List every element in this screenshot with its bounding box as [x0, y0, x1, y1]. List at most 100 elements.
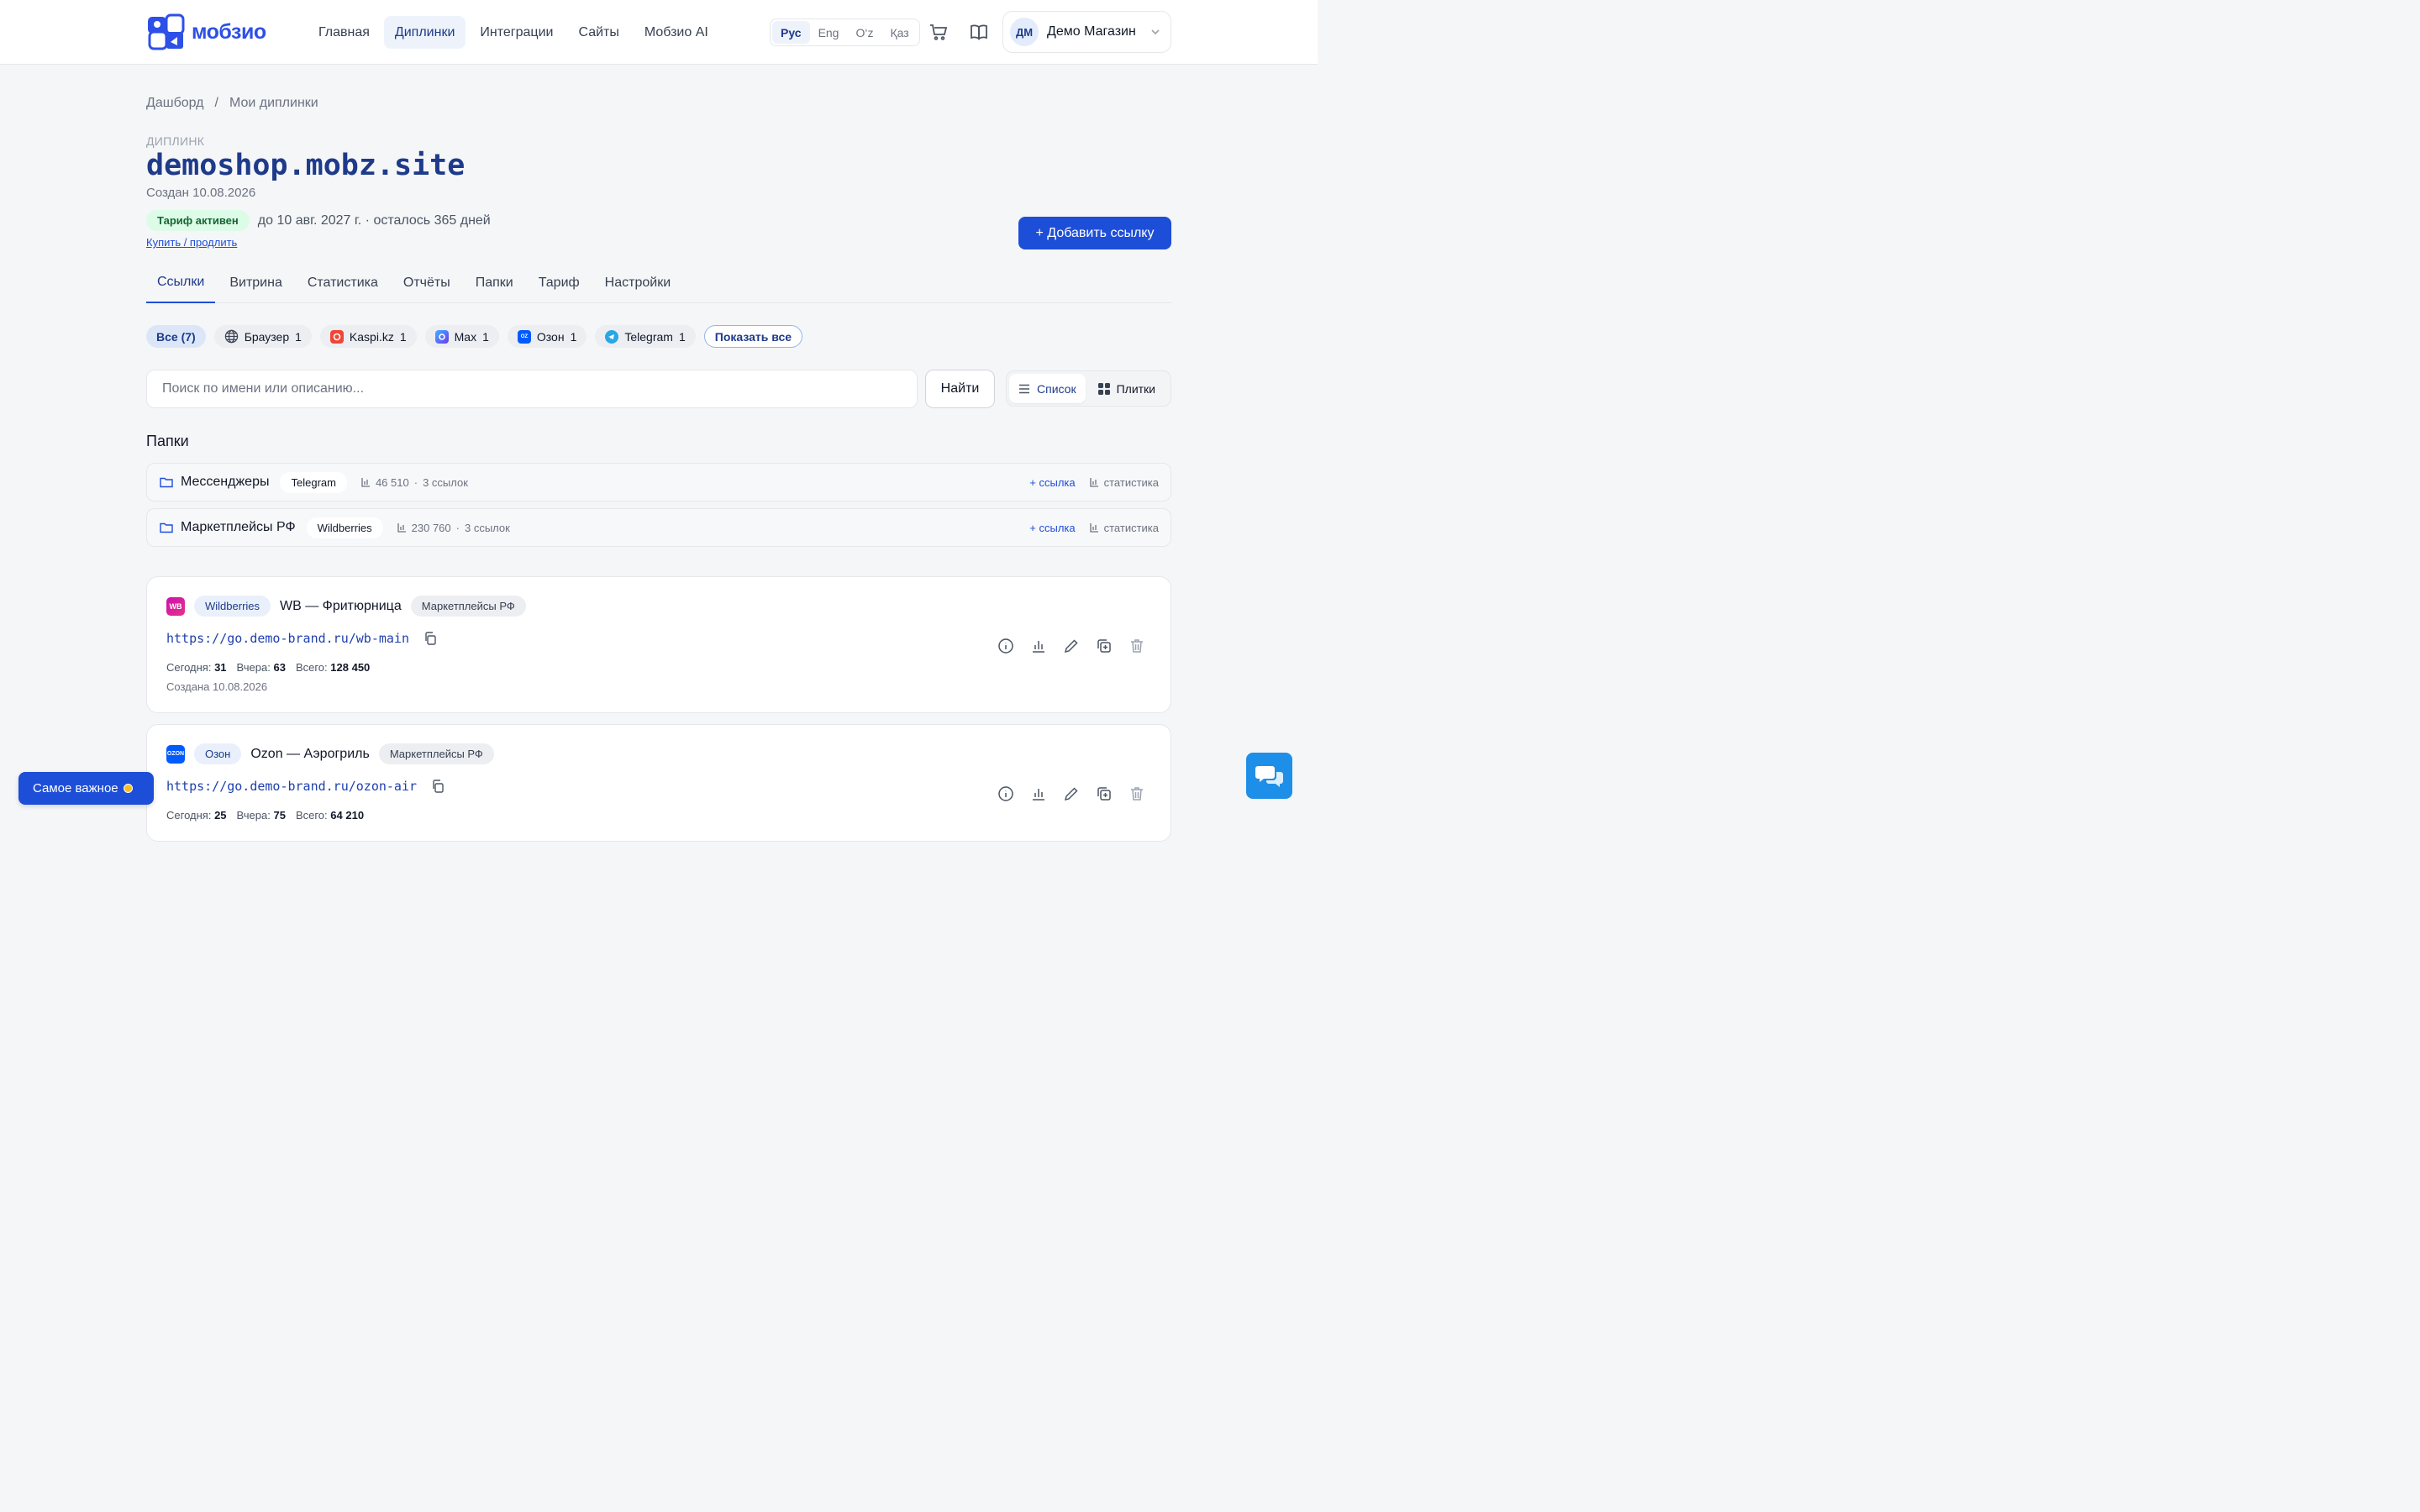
folder-add-link-button[interactable]: + ссылка	[1029, 522, 1075, 534]
link-url[interactable]: https://go.demo-brand.ru/wb-main	[166, 631, 409, 646]
link-actions	[997, 785, 1145, 802]
filter-count: 1	[482, 329, 489, 344]
tariff-row: Тариф активен до 10 авг. 2027 г. · остал…	[146, 210, 491, 231]
nav-home[interactable]: Главная	[308, 16, 381, 49]
tab-bar: Ссылки Витрина Статистика Отчёты Папки Т…	[146, 269, 1171, 303]
folder-meta: 230 760 · 3 ссылок	[397, 522, 510, 534]
filter-label: Kaspi.kz	[349, 329, 394, 344]
stat-yesterday: Вчера: 63	[236, 661, 286, 674]
cart-icon[interactable]	[929, 22, 949, 42]
bar-chart-icon[interactable]	[1030, 638, 1047, 654]
info-icon[interactable]	[997, 638, 1014, 654]
link-card-header: OZON Озон Ozon — Аэрогриль Маркетплейсы …	[166, 743, 494, 764]
folder-actions: + ссылка статистика	[1029, 509, 1159, 546]
duplicate-icon[interactable]	[1096, 638, 1113, 654]
filter-label: Max	[454, 329, 477, 344]
telegram-icon	[605, 329, 619, 344]
notification-dot	[123, 784, 133, 793]
tab-showcase[interactable]: Витрина	[218, 269, 293, 303]
folder-stats-button[interactable]: статистика	[1089, 522, 1159, 534]
important-button[interactable]: Самое важное	[18, 772, 154, 805]
link-url[interactable]: https://go.demo-brand.ru/ozon-air	[166, 779, 417, 794]
platform-tag: Wildberries	[194, 596, 271, 617]
search-input[interactable]	[146, 370, 918, 408]
ozon-icon: OZON	[166, 744, 185, 764]
tab-settings[interactable]: Настройки	[594, 269, 681, 303]
filter-label: Браузер	[244, 329, 290, 344]
link-title: WB — Фритюрница	[280, 598, 402, 613]
link-url-row: https://go.demo-brand.ru/wb-main	[166, 631, 437, 646]
folder-row[interactable]: Маркетплейсы РФ Wildberries 230 760 · 3 …	[146, 508, 1171, 547]
folder-add-link-button[interactable]: + ссылка	[1029, 476, 1075, 489]
bar-chart-icon	[361, 478, 370, 487]
user-menu[interactable]: ДМ Демо Магазин	[1002, 11, 1171, 53]
logo[interactable]: мобзио	[146, 13, 266, 50]
avatar: ДМ	[1010, 18, 1039, 46]
breadcrumb-dashboard[interactable]: Дашборд	[146, 96, 204, 111]
bar-chart-icon[interactable]	[1030, 785, 1047, 802]
copy-icon[interactable]	[424, 632, 437, 645]
info-icon[interactable]	[997, 785, 1014, 802]
view-list-button[interactable]: Список	[1009, 374, 1086, 403]
show-all-filters-button[interactable]: Показать все	[703, 325, 803, 348]
book-icon[interactable]	[969, 22, 989, 42]
lang-kz[interactable]: Қаз	[881, 21, 917, 44]
tab-folders[interactable]: Папки	[465, 269, 524, 303]
edit-icon[interactable]	[1063, 638, 1080, 654]
tab-links[interactable]: Ссылки	[146, 269, 216, 303]
folder-tag[interactable]: Маркетплейсы РФ	[410, 596, 526, 617]
duplicate-icon[interactable]	[1096, 785, 1113, 802]
created-date: Создан 10.08.2026	[146, 186, 256, 200]
filter-telegram[interactable]: Telegram 1	[595, 325, 696, 348]
important-label: Самое важное	[33, 781, 118, 795]
lang-en[interactable]: Eng	[810, 21, 848, 44]
filter-browser[interactable]: Браузер 1	[213, 325, 312, 348]
logo-icon	[148, 13, 185, 50]
grid-icon	[1097, 382, 1110, 395]
trash-icon[interactable]	[1128, 785, 1145, 802]
edit-icon[interactable]	[1063, 785, 1080, 802]
tab-reports[interactable]: Отчёты	[392, 269, 461, 303]
kaspi-icon	[329, 329, 344, 344]
nav-mobzio-ai[interactable]: Мобзио AI	[634, 16, 719, 49]
folders-heading: Папки	[146, 433, 189, 449]
filter-all[interactable]: Все (7)	[146, 325, 206, 348]
folder-icon	[160, 477, 173, 488]
nav-sites[interactable]: Сайты	[567, 16, 629, 49]
platform-tag: Озон	[194, 743, 242, 764]
folder-tag[interactable]: Маркетплейсы РФ	[378, 743, 494, 764]
view-tiles-button[interactable]: Плитки	[1089, 374, 1165, 403]
folder-stats-label: статистика	[1103, 521, 1159, 534]
folder-row[interactable]: Мессенджеры Telegram 46 510 · 3 ссылок +…	[146, 463, 1171, 501]
tab-statistics[interactable]: Статистика	[297, 269, 389, 303]
filter-max[interactable]: Max 1	[424, 325, 499, 348]
folder-stats-button[interactable]: статистика	[1089, 476, 1159, 489]
find-button[interactable]: Найти	[925, 370, 995, 408]
add-link-button[interactable]: + Добавить ссылку	[1018, 217, 1171, 249]
buy-renew-link[interactable]: Купить / продлить	[146, 236, 237, 249]
filter-ozon[interactable]: OZ Озон 1	[507, 325, 587, 348]
page-kicker: Диплинк	[146, 134, 205, 148]
user-name: Демо Магазин	[1047, 24, 1136, 39]
top-header: мобзио Главная Диплинки Интеграции Сайты…	[0, 0, 1318, 65]
stat-total: Всего: 64 210	[295, 809, 365, 822]
trash-icon[interactable]	[1128, 638, 1145, 654]
nav-integrations[interactable]: Интеграции	[469, 16, 564, 49]
stat-total: Всего: 128 450	[295, 661, 371, 674]
folder-clicks: 46 510	[375, 475, 409, 489]
lang-ru[interactable]: Рус	[772, 21, 810, 44]
link-card: OZON Озон Ozon — Аэрогриль Маркетплейсы …	[146, 724, 1171, 842]
folder-link-count: 3 ссылок	[423, 475, 468, 489]
filter-label: Telegram	[624, 329, 673, 344]
tab-tariff[interactable]: Тариф	[528, 269, 591, 303]
link-stats: Сегодня: 31 Вчера: 63 Всего: 128 450	[166, 661, 370, 674]
nav-deeplinks[interactable]: Диплинки	[383, 16, 466, 49]
chat-widget-button[interactable]	[1246, 753, 1292, 799]
bar-chart-icon	[1089, 478, 1098, 487]
filter-kaspi[interactable]: Kaspi.kz 1	[319, 325, 417, 348]
lang-uz[interactable]: O‘z	[847, 21, 881, 44]
filter-label: Озон	[536, 329, 565, 344]
ozon-icon: OZ	[517, 329, 531, 344]
copy-icon[interactable]	[431, 780, 445, 793]
language-switcher: Рус Eng O‘z Қаз	[770, 18, 920, 46]
